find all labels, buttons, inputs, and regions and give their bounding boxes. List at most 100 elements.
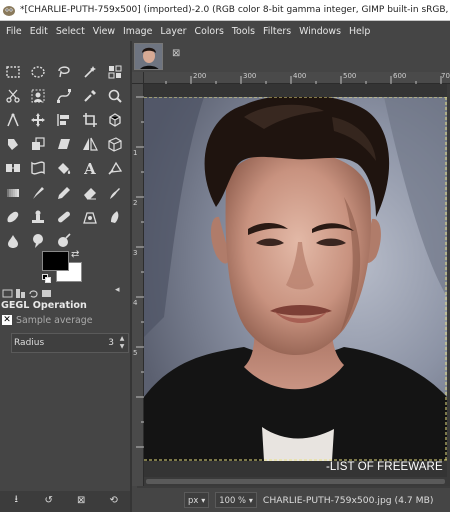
scale-tool[interactable] [26, 132, 52, 156]
foreground-select-icon [31, 89, 45, 103]
dock-menu-icon[interactable]: ◂ [115, 285, 125, 295]
vertical-ruler[interactable]: 1 2 3 4 5 [132, 84, 144, 486]
images-tab-icon[interactable] [41, 288, 52, 299]
select-by-color-tool[interactable] [102, 60, 128, 84]
unified-transform-icon [109, 113, 121, 127]
compass-icon [7, 113, 19, 127]
v-ruler-label: 4 [133, 299, 138, 307]
swap-colors-icon[interactable]: ⇄ [71, 249, 79, 260]
title-bar: *[CHARLIE-PUTH-759x500] (imported)-2.0 (… [0, 0, 450, 21]
portrait-image[interactable] [144, 97, 447, 461]
tool-options-tab-icon[interactable] [2, 288, 13, 299]
unit-value: px [188, 495, 199, 505]
mypaint-brush-icon [7, 211, 19, 222]
save-options-icon[interactable]: ⭳ [9, 493, 23, 507]
rect-select-tool[interactable] [0, 60, 26, 84]
scissors-select-tool[interactable] [0, 84, 26, 108]
radius-spin-arrows-icon[interactable]: ▲ ▼ [117, 335, 127, 352]
delete-options-icon[interactable]: ⊠ [74, 493, 88, 507]
color-picker-tool[interactable] [77, 84, 103, 108]
menu-layer[interactable]: Layer [156, 26, 190, 37]
gradient-blend-tool[interactable] [0, 180, 26, 204]
ellipse-select-icon [31, 66, 46, 78]
horizontal-scrollbar[interactable] [144, 477, 447, 486]
image-tab-thumbnail[interactable] [134, 43, 163, 70]
zoom-tool[interactable] [102, 84, 128, 108]
align-tool[interactable] [51, 108, 77, 132]
perspective-3d-tool[interactable] [102, 132, 128, 156]
smudge-tool[interactable] [102, 205, 128, 229]
image-canvas[interactable]: -LIST OF FREEWARE [144, 84, 450, 486]
device-status-tab-icon[interactable] [15, 288, 26, 299]
menu-image[interactable]: Image [119, 26, 156, 37]
menu-windows[interactable]: Windows [295, 26, 345, 37]
v-ruler-label: 5 [133, 349, 138, 357]
rotate-tool[interactable] [0, 132, 26, 156]
blur-sharpen-tool[interactable] [0, 229, 26, 253]
lasso-icon [58, 66, 70, 78]
measure-tool[interactable] [0, 108, 26, 132]
menu-tools[interactable]: Tools [228, 26, 259, 37]
chevron-down-icon: ▾ [248, 495, 253, 505]
foreground-color-swatch[interactable] [42, 251, 69, 271]
text-tool[interactable]: A [77, 156, 103, 180]
gradient-tool[interactable] [102, 156, 128, 180]
paintbrush-tool[interactable] [26, 180, 52, 204]
h-ruler-label: 700 [441, 72, 450, 80]
perspective-clone-tool[interactable] [77, 205, 103, 229]
fuzzy-select-tool[interactable] [77, 60, 103, 84]
status-bar: px ▾ 100 % ▾ CHARLIE-PUTH-759x500.jpg (4… [132, 488, 450, 512]
text-icon: A [83, 160, 96, 176]
menu-colors[interactable]: Colors [191, 26, 228, 37]
unit-select[interactable]: px ▾ [184, 492, 210, 508]
mypaint-brush-tool[interactable] [0, 205, 26, 229]
zoom-select[interactable]: 100 % ▾ [215, 492, 257, 508]
cube-icon [108, 137, 122, 153]
flip-tool[interactable] [77, 132, 103, 156]
ellipse-select-tool[interactable] [26, 60, 52, 84]
h-ruler-label: 200 [193, 72, 207, 80]
unified-transform-tool[interactable] [102, 108, 128, 132]
default-colors-icon[interactable] [42, 274, 52, 284]
undo-history-tab-icon[interactable] [28, 288, 39, 299]
bucket-fill-tool[interactable] [51, 156, 77, 180]
sample-average-checkbox[interactable]: ✕ [2, 315, 12, 325]
warp-transform-tool[interactable] [26, 156, 52, 180]
zoom-value: 100 % [219, 495, 246, 505]
magic-wand-icon [84, 66, 96, 78]
menu-edit[interactable]: Edit [26, 26, 52, 37]
rotate-icon [7, 139, 18, 151]
menu-help[interactable]: Help [345, 26, 374, 37]
gradient-icon [108, 162, 123, 175]
heal-tool[interactable] [51, 205, 77, 229]
reset-options-icon[interactable]: ⟲ [107, 493, 121, 507]
radius-spinner[interactable]: Radius 3 ▲ ▼ [11, 333, 129, 353]
free-select-tool[interactable] [51, 60, 77, 84]
horizontal-scrollbar-thumb[interactable] [146, 479, 445, 484]
cage-transform-tool[interactable] [0, 156, 26, 180]
foreground-select-tool[interactable] [26, 84, 52, 108]
horizontal-ruler[interactable]: 200 300 400 500 600 700 [144, 72, 450, 84]
sample-average-row[interactable]: ✕ Sample average [0, 313, 137, 327]
status-info: CHARLIE-PUTH-759x500.jpg (4.7 MB) [262, 494, 434, 506]
rect-select-icon [6, 66, 20, 78]
shear-tool[interactable] [51, 132, 77, 156]
crop-tool[interactable] [77, 108, 103, 132]
restore-options-icon[interactable]: ↺ [42, 493, 56, 507]
menu-file[interactable]: File [2, 26, 26, 37]
menu-view[interactable]: View [89, 26, 119, 37]
pencil-tool[interactable] [51, 180, 77, 204]
paths-tool[interactable] [51, 84, 77, 108]
align-icon [57, 114, 69, 127]
ink-tool[interactable] [102, 180, 128, 204]
radius-value[interactable]: 3 [108, 338, 114, 348]
move-tool[interactable] [26, 108, 52, 132]
eraser-tool[interactable] [77, 180, 103, 204]
menu-select[interactable]: Select [52, 26, 89, 37]
ruler-corner[interactable] [132, 72, 144, 84]
close-tab-icon[interactable]: ⊠ [172, 49, 182, 59]
radius-label: Radius [14, 338, 45, 348]
clone-tool[interactable] [26, 205, 52, 229]
h-ruler-label: 400 [293, 72, 307, 80]
menu-filters[interactable]: Filters [259, 26, 295, 37]
